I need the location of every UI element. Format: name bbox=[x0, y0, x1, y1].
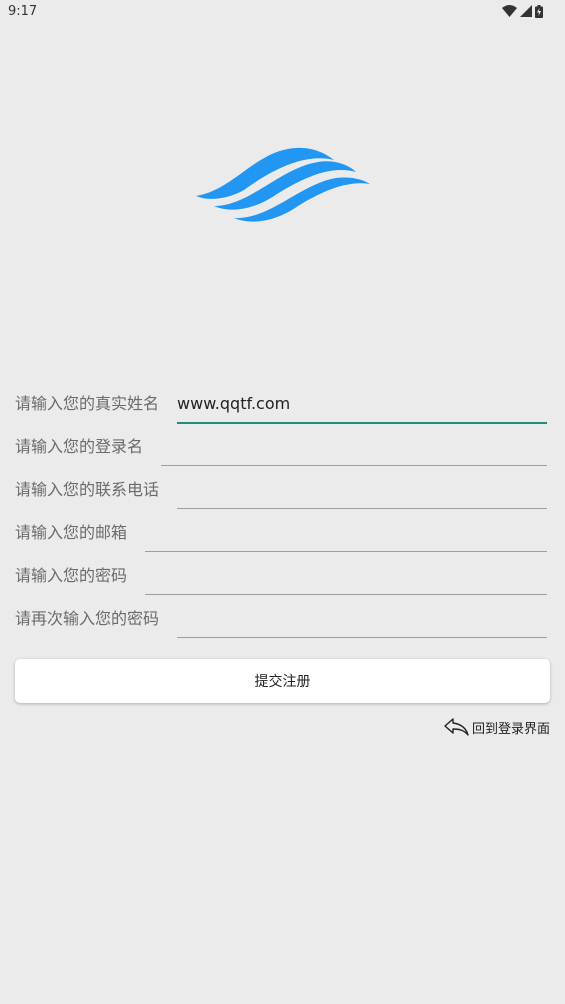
phone-field bbox=[177, 474, 547, 509]
email-field bbox=[145, 517, 547, 552]
form-row-login-name: 请输入您的登录名 bbox=[15, 423, 547, 466]
password-field bbox=[145, 560, 547, 595]
email-input[interactable] bbox=[145, 517, 547, 549]
form-row-phone: 请输入您的联系电话 bbox=[15, 466, 547, 509]
status-bar: 9:17 bbox=[0, 0, 565, 24]
email-label: 请输入您的邮箱 bbox=[15, 522, 128, 542]
confirm-password-field bbox=[177, 603, 547, 638]
login-name-input[interactable] bbox=[161, 431, 547, 463]
form-row-email: 请输入您的邮箱 bbox=[15, 509, 547, 552]
phone-input[interactable] bbox=[177, 474, 547, 506]
form-row-real-name: 请输入您的真实姓名 bbox=[15, 380, 547, 424]
real-name-label: 请输入您的真实姓名 bbox=[15, 393, 160, 413]
status-time: 9:17 bbox=[8, 4, 38, 19]
real-name-field bbox=[177, 387, 547, 424]
app-logo bbox=[196, 147, 370, 222]
submit-registration-button[interactable]: 提交注册 bbox=[15, 659, 550, 703]
confirm-password-label: 请再次输入您的密码 bbox=[15, 608, 160, 628]
cell-signal-icon bbox=[520, 5, 532, 17]
form-row-confirm-password: 请再次输入您的密码 bbox=[15, 595, 547, 638]
login-name-field bbox=[161, 431, 547, 466]
status-icons bbox=[502, 4, 543, 18]
battery-icon bbox=[535, 4, 543, 18]
back-to-login-label: 回到登录界面 bbox=[471, 721, 550, 737]
password-label: 请输入您的密码 bbox=[15, 565, 128, 585]
wifi-icon bbox=[502, 5, 517, 17]
registration-form: 请输入您的真实姓名 请输入您的登录名 请输入您的联系电话 请输入您的邮箱 请输入… bbox=[15, 380, 547, 638]
password-input[interactable] bbox=[145, 560, 547, 592]
login-name-label: 请输入您的登录名 bbox=[15, 436, 144, 456]
real-name-input[interactable] bbox=[177, 387, 547, 420]
back-to-login-link[interactable]: 回到登录界面 bbox=[443, 716, 550, 738]
phone-label: 请输入您的联系电话 bbox=[15, 479, 160, 499]
form-row-password: 请输入您的密码 bbox=[15, 552, 547, 595]
confirm-password-input[interactable] bbox=[177, 603, 547, 635]
reply-arrow-icon bbox=[444, 718, 469, 736]
